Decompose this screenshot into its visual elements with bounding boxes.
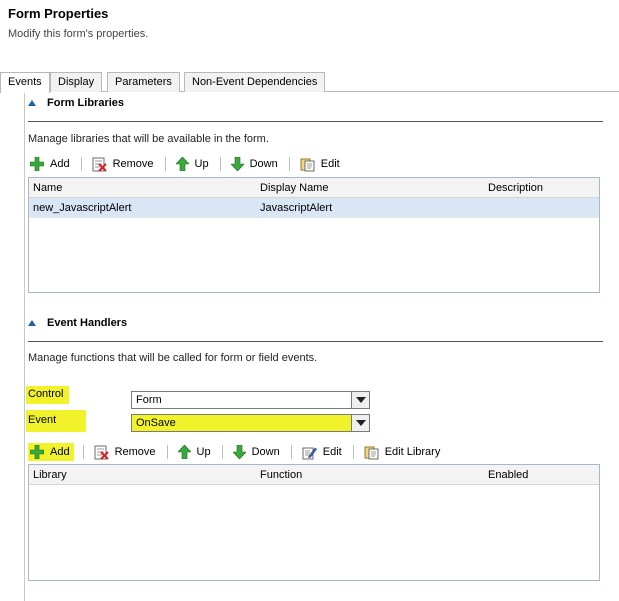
chevron-down-icon[interactable]	[351, 392, 369, 408]
section-rule	[28, 121, 603, 122]
column-header-name[interactable]: Name	[33, 182, 62, 194]
form-libraries-heading[interactable]: Form Libraries	[28, 97, 124, 109]
remove-icon	[94, 445, 109, 460]
arrow-down-icon	[230, 157, 244, 171]
form-libraries-toolbar: Add Remove Up Down Edit	[28, 155, 342, 173]
add-library-button[interactable]: Add	[28, 155, 72, 173]
event-handlers-title: Event Handlers	[47, 317, 128, 329]
event-select-value: OnSave	[136, 417, 176, 429]
toolbar-separator	[219, 157, 221, 171]
edit-pencil-icon	[302, 447, 317, 459]
grid-header: Name Display Name Description	[29, 178, 599, 198]
toolbar-separator	[164, 157, 166, 171]
add-handler-button[interactable]: Add	[28, 443, 74, 461]
toolbar-separator	[221, 445, 223, 459]
move-down-button[interactable]: Down	[229, 155, 280, 173]
toolbar-separator	[80, 157, 82, 171]
edit-library-button[interactable]: Edit	[298, 155, 342, 173]
arrow-down-icon	[232, 445, 246, 459]
collapse-triangle-icon[interactable]	[28, 320, 36, 326]
event-handlers-toolbar: Add Remove Up Down Edit Edit Library	[28, 443, 442, 461]
column-header-function[interactable]: Function	[260, 469, 302, 481]
event-label: Event	[26, 410, 87, 432]
event-select[interactable]: OnSave	[131, 414, 370, 432]
control-select-value: Form	[136, 394, 162, 406]
event-handlers-grid: Library Function Enabled	[28, 464, 600, 581]
tab-parameters[interactable]: Parameters	[107, 72, 180, 92]
event-handlers-description: Manage functions that will be called for…	[28, 352, 318, 364]
arrow-up-icon	[175, 157, 189, 171]
add-icon	[30, 445, 44, 459]
toolbar-separator	[166, 445, 168, 459]
section-rule	[28, 341, 603, 342]
edit-handler-button[interactable]: Edit	[300, 443, 344, 461]
arrow-up-icon	[177, 445, 191, 459]
column-header-description[interactable]: Description	[488, 182, 543, 194]
form-libraries-description: Manage libraries that will be available …	[28, 133, 269, 145]
column-header-library[interactable]: Library	[33, 469, 67, 481]
toolbar-separator	[290, 445, 292, 459]
handler-down-button[interactable]: Down	[231, 443, 282, 461]
column-header-display-name[interactable]: Display Name	[260, 182, 328, 194]
toolbar-separator	[82, 445, 84, 459]
page-title: Form Properties	[8, 6, 109, 21]
page-subtitle: Modify this form's properties.	[8, 28, 149, 40]
chevron-down-icon[interactable]	[351, 415, 369, 431]
tab-bar: Events Display Parameters Non-Event Depe…	[0, 72, 619, 93]
toolbar-separator	[352, 445, 354, 459]
control-label: Control	[26, 386, 70, 404]
tab-events[interactable]: Events	[0, 72, 50, 93]
collapse-triangle-icon[interactable]	[28, 100, 36, 106]
add-icon	[30, 157, 44, 171]
handler-up-button[interactable]: Up	[176, 443, 213, 461]
tab-non-event-dependencies[interactable]: Non-Event Dependencies	[184, 72, 326, 92]
column-header-enabled[interactable]: Enabled	[488, 469, 528, 481]
edit-library-icon	[364, 446, 379, 459]
edit-library-button[interactable]: Edit Library	[362, 443, 443, 461]
form-libraries-grid: Name Display Name Description new_Javasc…	[28, 177, 600, 293]
event-handlers-heading[interactable]: Event Handlers	[28, 317, 127, 329]
form-libraries-title: Form Libraries	[47, 97, 125, 109]
toolbar-separator	[288, 157, 290, 171]
row-name: new_JavascriptAlert	[33, 202, 132, 214]
tab-display[interactable]: Display	[50, 72, 103, 92]
control-select[interactable]: Form	[131, 391, 370, 409]
edit-library-icon	[300, 158, 315, 171]
remove-library-button[interactable]: Remove	[90, 155, 156, 173]
table-row[interactable]: new_JavascriptAlert JavascriptAlert	[29, 198, 599, 218]
remove-icon	[92, 157, 107, 172]
grid-header: Library Function Enabled	[29, 465, 599, 485]
move-up-button[interactable]: Up	[174, 155, 211, 173]
remove-handler-button[interactable]: Remove	[92, 443, 158, 461]
row-display-name: JavascriptAlert	[260, 202, 333, 214]
dialog-header: Form Properties Modify this form's prope…	[8, 6, 148, 40]
